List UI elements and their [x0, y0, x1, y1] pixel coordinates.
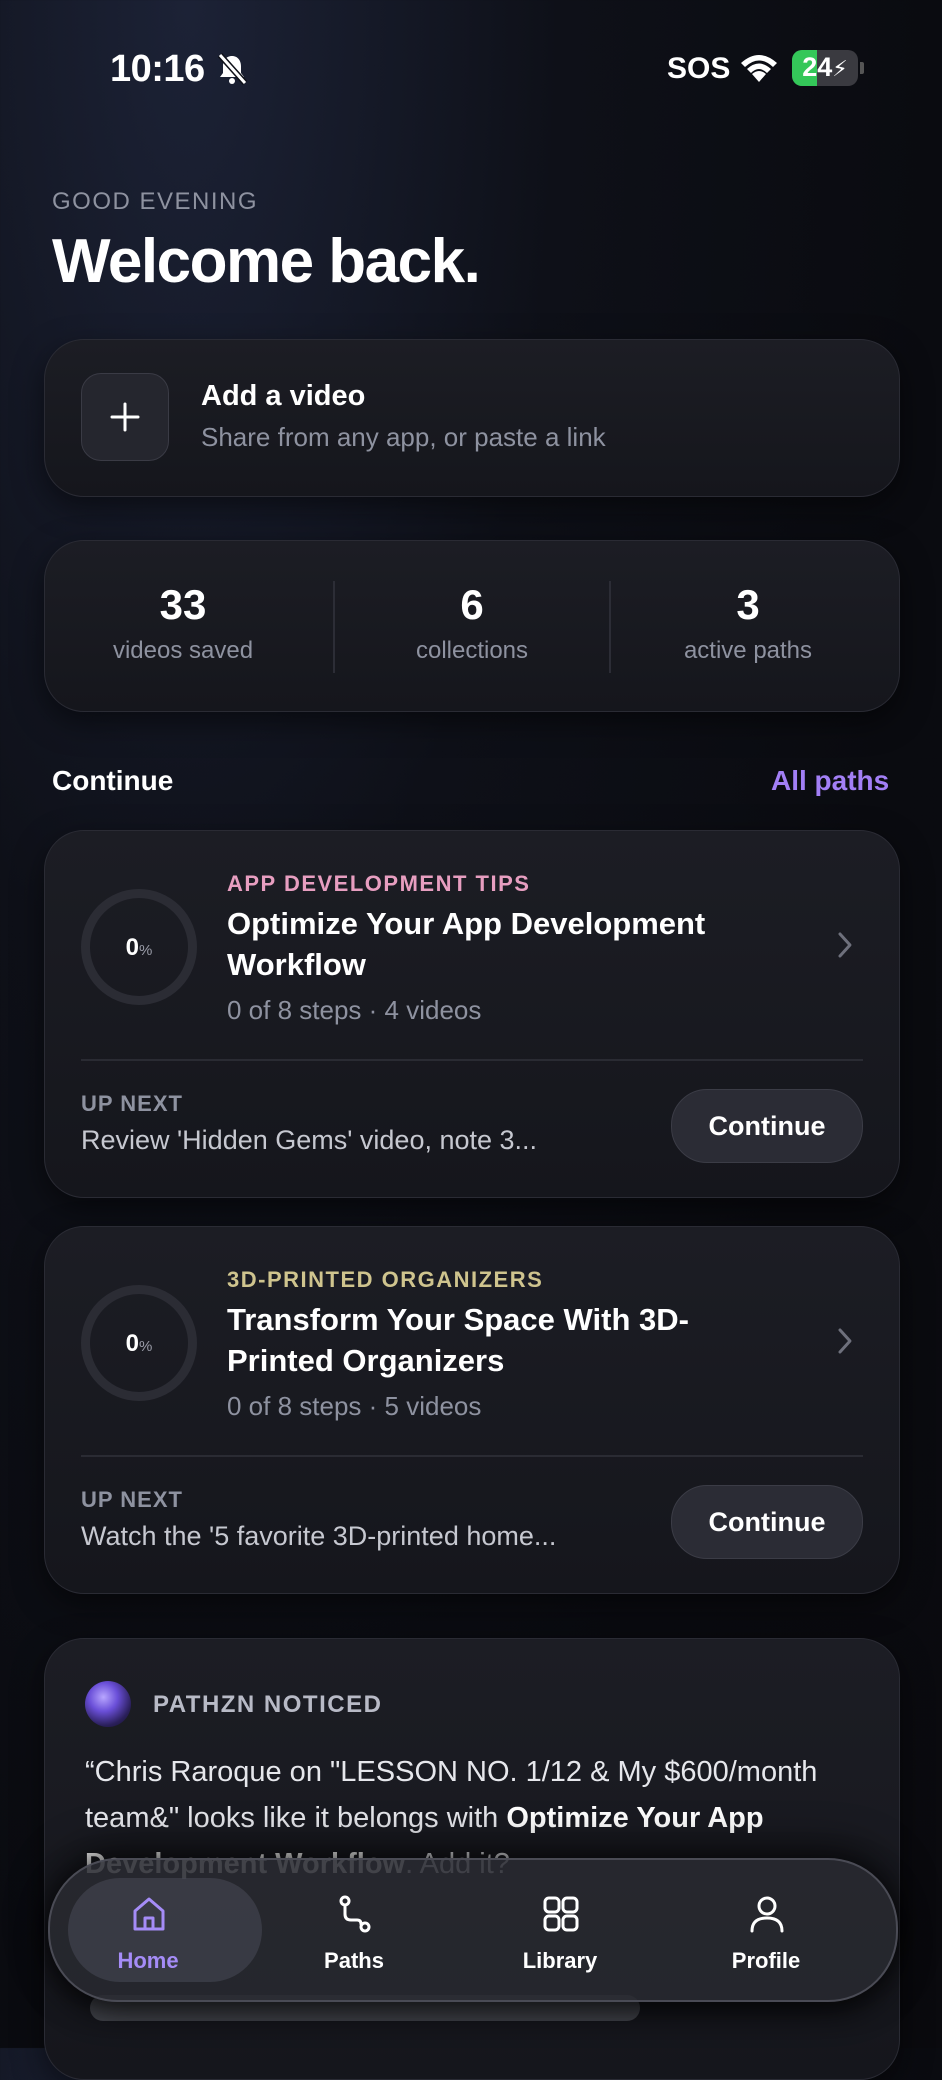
greeting-label: GOOD EVENING	[52, 188, 259, 215]
path-title: Optimize Your App Development Workflow	[227, 906, 706, 982]
noticed-title: PATHZN NOTICED	[153, 1691, 383, 1718]
progress-unit: %	[139, 1338, 153, 1355]
add-video-button[interactable]	[81, 373, 169, 461]
tab-library[interactable]: Library	[462, 1860, 658, 2000]
bell-muted-icon	[217, 53, 248, 85]
path-card[interactable]: 0% 3D-PRINTED ORGANIZERS Transform Your …	[44, 1226, 900, 1594]
add-video-card[interactable]: Add a video Share from any app, or paste…	[44, 339, 900, 497]
stat-value: 3	[736, 581, 760, 628]
stat-collections[interactable]: 6 collections	[334, 581, 610, 665]
profile-icon	[750, 1896, 784, 1933]
add-video-title: Add a video	[201, 380, 366, 412]
tab-bar: Home Paths Library Profile	[48, 1858, 898, 2002]
wifi-icon	[741, 55, 777, 82]
tab-home[interactable]: Home	[50, 1860, 262, 2000]
up-next-label: UP NEXT	[81, 1091, 183, 1116]
progress-value: 0	[125, 934, 139, 961]
stat-label: active paths	[683, 637, 813, 664]
path-meta: 0 of 8 steps · 5 videos	[227, 1391, 482, 1421]
stat-active-paths[interactable]: 3 active paths	[610, 581, 886, 665]
stat-label: collections	[415, 637, 529, 664]
path-category: APP DEVELOPMENT TIPS	[227, 871, 531, 896]
stat-label: videos saved	[112, 637, 254, 664]
stats-card: 33 videos saved 6 collections 3 active p…	[44, 540, 900, 712]
tab-label: Profile	[731, 1948, 801, 1973]
continue-button[interactable]: Continue	[671, 1485, 863, 1559]
stat-value: 6	[460, 581, 484, 628]
sos-indicator: SOS	[667, 52, 731, 85]
stat-value: 33	[159, 581, 207, 628]
all-paths-link[interactable]: All paths	[771, 765, 889, 797]
progress-ring: 0%	[81, 1285, 197, 1401]
path-card[interactable]: 0% APP DEVELOPMENT TIPS Optimize Your Ap…	[44, 830, 900, 1198]
up-next-label: UP NEXT	[81, 1487, 183, 1512]
library-icon	[543, 1896, 579, 1932]
divider	[81, 1059, 863, 1061]
battery-indicator: 24⚡	[792, 50, 858, 86]
plus-icon	[110, 402, 140, 432]
tab-label: Library	[522, 1948, 598, 1973]
chevron-right-icon[interactable]	[837, 1327, 853, 1355]
continue-button[interactable]: Continue	[671, 1089, 863, 1163]
up-next-text: Review 'Hidden Gems' video, note 3...	[81, 1125, 538, 1155]
page-title: Welcome back.	[52, 227, 481, 296]
chevron-right-icon[interactable]	[837, 931, 853, 959]
continue-section-title: Continue	[52, 765, 174, 796]
path-meta: 0 of 8 steps · 4 videos	[227, 995, 482, 1025]
tab-label: Paths	[324, 1948, 384, 1973]
pathzn-orb-icon	[85, 1681, 131, 1727]
stat-videos-saved[interactable]: 33 videos saved	[45, 581, 321, 665]
tab-profile[interactable]: Profile	[668, 1860, 864, 2000]
battery-nub	[860, 62, 864, 74]
status-time: 10:16	[110, 48, 205, 90]
path-category: 3D-PRINTED ORGANIZERS	[227, 1267, 544, 1292]
paths-icon	[339, 1895, 371, 1933]
add-video-subtitle: Share from any app, or paste a link	[201, 422, 606, 452]
up-next-text: Watch the '5 favorite 3D-printed home...	[81, 1521, 557, 1551]
progress-unit: %	[139, 942, 153, 959]
progress-value: 0	[125, 1330, 139, 1357]
divider	[81, 1455, 863, 1457]
path-title: Transform Your Space With 3D-Printed Org…	[227, 1302, 689, 1378]
progress-ring: 0%	[81, 889, 197, 1005]
tab-label: Home	[117, 1948, 179, 1973]
tab-paths[interactable]: Paths	[256, 1860, 452, 2000]
home-icon	[133, 1897, 165, 1931]
